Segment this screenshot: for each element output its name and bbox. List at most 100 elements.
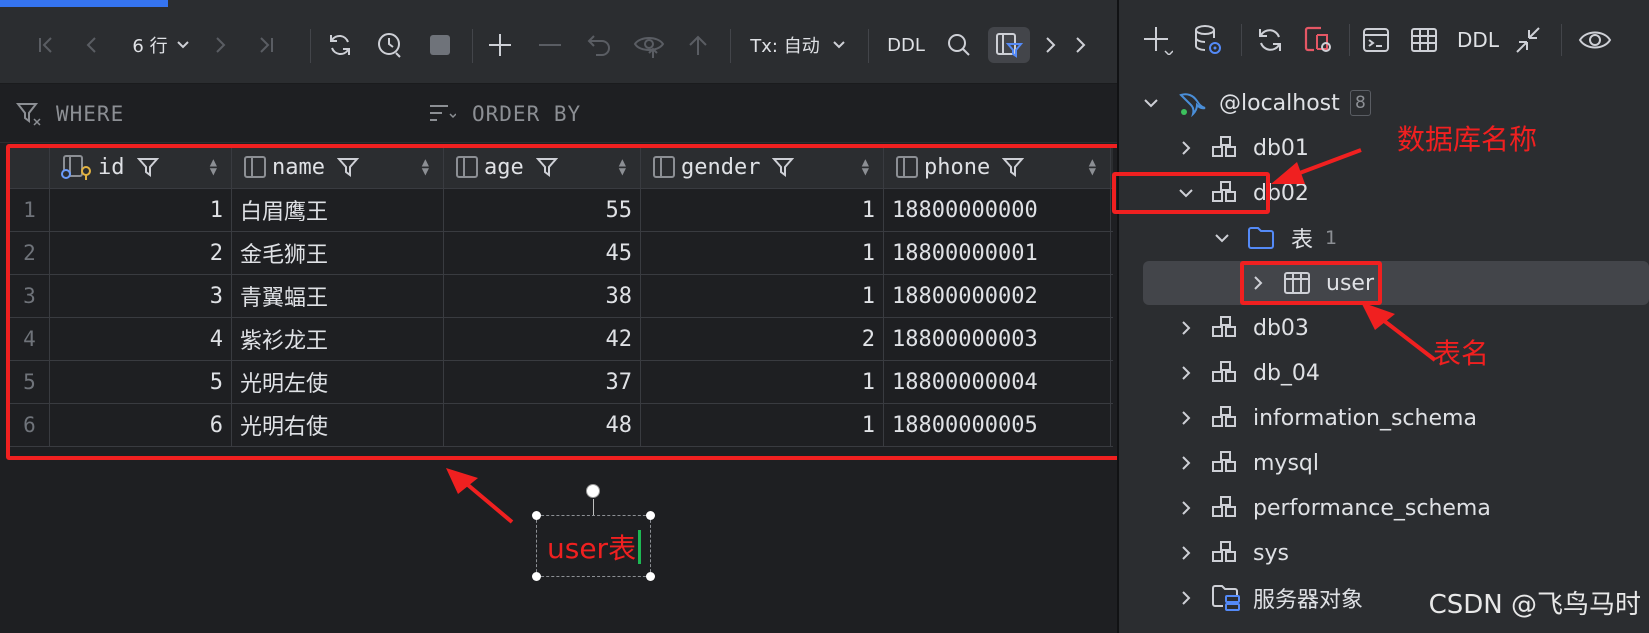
explorer-toolbar: DDL (1119, 0, 1649, 84)
schema-icon (1212, 496, 1236, 517)
chevron-right-icon[interactable] (1178, 410, 1194, 426)
annotation-arrow-icon (446, 468, 514, 524)
schema-icon (1212, 451, 1236, 472)
ddl-label: DDL (887, 34, 925, 56)
query-console-icon[interactable] (1359, 22, 1393, 58)
tree-item-tables-folder[interactable]: 表 1 (1119, 216, 1649, 260)
refresh-icon[interactable] (1253, 22, 1287, 58)
stop-icon[interactable] (424, 27, 456, 63)
more-chevron-icon[interactable] (1070, 27, 1090, 63)
sort-icon (430, 105, 456, 121)
tree-item-database[interactable]: db01 (1119, 126, 1649, 170)
resize-handle[interactable] (532, 511, 541, 520)
text-caret (638, 530, 641, 564)
annotation-arrow-icon (1271, 148, 1362, 184)
chevron-down-icon[interactable] (1214, 230, 1230, 246)
chevron-right-icon[interactable] (1178, 545, 1194, 561)
database-label: information_schema (1253, 405, 1477, 431)
data-editor-panel: 6 行 Tx: 自动 DDL WHERE ORDER BY id ▲ ▼ nam… (0, 0, 1126, 633)
chevron-right-icon[interactable] (1178, 365, 1194, 381)
schema-icon (1212, 316, 1236, 337)
annotation-table-note: user表 (547, 532, 637, 565)
database-explorer: DDL @localhost 8 db01 db02 表 1 user db03… (1112, 0, 1649, 633)
toolbar-separator (730, 29, 731, 63)
schema-icon (1212, 406, 1236, 427)
database-label: db03 (1253, 315, 1309, 341)
database-label: performance_schema (1253, 495, 1491, 521)
ddl-button[interactable]: DDL (884, 27, 928, 63)
data-source-properties-icon[interactable] (1191, 22, 1225, 58)
tree-item-database[interactable]: mysql (1119, 441, 1649, 485)
revert-icon[interactable] (584, 27, 614, 63)
add-row-icon[interactable] (486, 27, 514, 63)
disconnect-icon[interactable] (1301, 22, 1335, 58)
chevron-down-icon[interactable] (1143, 95, 1159, 111)
page-size-label: 6 行 (132, 36, 168, 57)
connection-label: @localhost (1219, 90, 1340, 116)
data-toolbar: 6 行 Tx: 自动 DDL (0, 7, 1117, 84)
server-folder-icon (1212, 585, 1240, 611)
connection-count-badge: 8 (1350, 90, 1371, 116)
transaction-mode-label: Tx: 自动 (750, 36, 820, 57)
history-icon[interactable] (374, 27, 406, 63)
refresh-icon[interactable] (324, 27, 356, 63)
toolbar-separator (310, 29, 311, 63)
tables-folder-label: 表 (1291, 228, 1314, 253)
chevron-right-icon[interactable] (1178, 590, 1194, 606)
transaction-mode-dropdown[interactable]: Tx: 自动 (748, 27, 848, 63)
schema-icon (1212, 361, 1236, 382)
add-icon[interactable] (1141, 22, 1175, 58)
preview-changes-icon[interactable] (632, 27, 666, 63)
last-page-icon[interactable] (254, 27, 278, 63)
toolbar-separator (1241, 24, 1242, 56)
folder-icon (1248, 227, 1274, 249)
ddl-button[interactable]: DDL (1453, 22, 1503, 58)
resize-handle[interactable] (646, 572, 655, 581)
table-view-icon[interactable] (1407, 22, 1441, 58)
chevron-right-icon[interactable] (1040, 27, 1060, 63)
schema-icon (1212, 541, 1236, 562)
view-options-eye-icon[interactable] (1575, 22, 1615, 58)
tree-item-database[interactable]: sys (1119, 531, 1649, 575)
filter-bar: WHERE ORDER BY (0, 85, 1117, 143)
chevron-right-icon[interactable] (1178, 455, 1194, 471)
tables-count: 1 (1325, 227, 1338, 249)
watermark: CSDN @飞鸟马时 (1428, 590, 1641, 620)
rotate-handle-line (593, 499, 594, 515)
chevron-right-icon[interactable] (1178, 500, 1194, 516)
filter-icon (16, 103, 41, 126)
active-tab-indicator (0, 0, 168, 7)
tree-item-connection[interactable]: @localhost 8 (1119, 81, 1649, 125)
previous-page-icon[interactable] (80, 27, 104, 63)
search-icon[interactable] (944, 27, 974, 63)
tree-item-database[interactable]: information_schema (1119, 396, 1649, 440)
delete-row-icon[interactable] (536, 27, 564, 63)
chevron-right-icon[interactable] (1178, 140, 1194, 156)
first-page-icon[interactable] (34, 27, 58, 63)
next-page-icon[interactable] (208, 27, 232, 63)
chevron-right-icon[interactable] (1178, 320, 1194, 336)
tab-strip (0, 0, 1117, 7)
toolbar-separator (472, 29, 473, 63)
page-size-dropdown[interactable]: 6 行 (124, 27, 198, 63)
collapse-icon[interactable] (1511, 22, 1545, 58)
rotate-handle[interactable] (586, 484, 600, 498)
database-label: mysql (1253, 450, 1319, 476)
server-objects-label: 服务器对象 (1253, 588, 1364, 613)
tree-item-database[interactable]: performance_schema (1119, 486, 1649, 530)
where-filter-input[interactable]: WHERE (56, 102, 124, 126)
toolbar-separator (868, 29, 869, 63)
annotation-db-note: 数据库名称 (1397, 123, 1538, 156)
database-label: sys (1253, 540, 1289, 566)
mysql-dolphin-icon (1179, 93, 1206, 117)
schema-icon (1212, 136, 1236, 157)
resize-handle[interactable] (532, 572, 541, 581)
order-by-input[interactable]: ORDER BY (472, 102, 581, 126)
annotation-tablename-note: 表名 (1433, 337, 1490, 370)
submit-icon[interactable] (684, 27, 712, 63)
resize-handle[interactable] (646, 511, 655, 520)
table-highlight-box (6, 144, 1126, 460)
annotation-arrow-icon (1361, 302, 1437, 362)
filter-panel-toggle-icon[interactable] (988, 27, 1030, 63)
chevron-down-icon (833, 41, 845, 49)
